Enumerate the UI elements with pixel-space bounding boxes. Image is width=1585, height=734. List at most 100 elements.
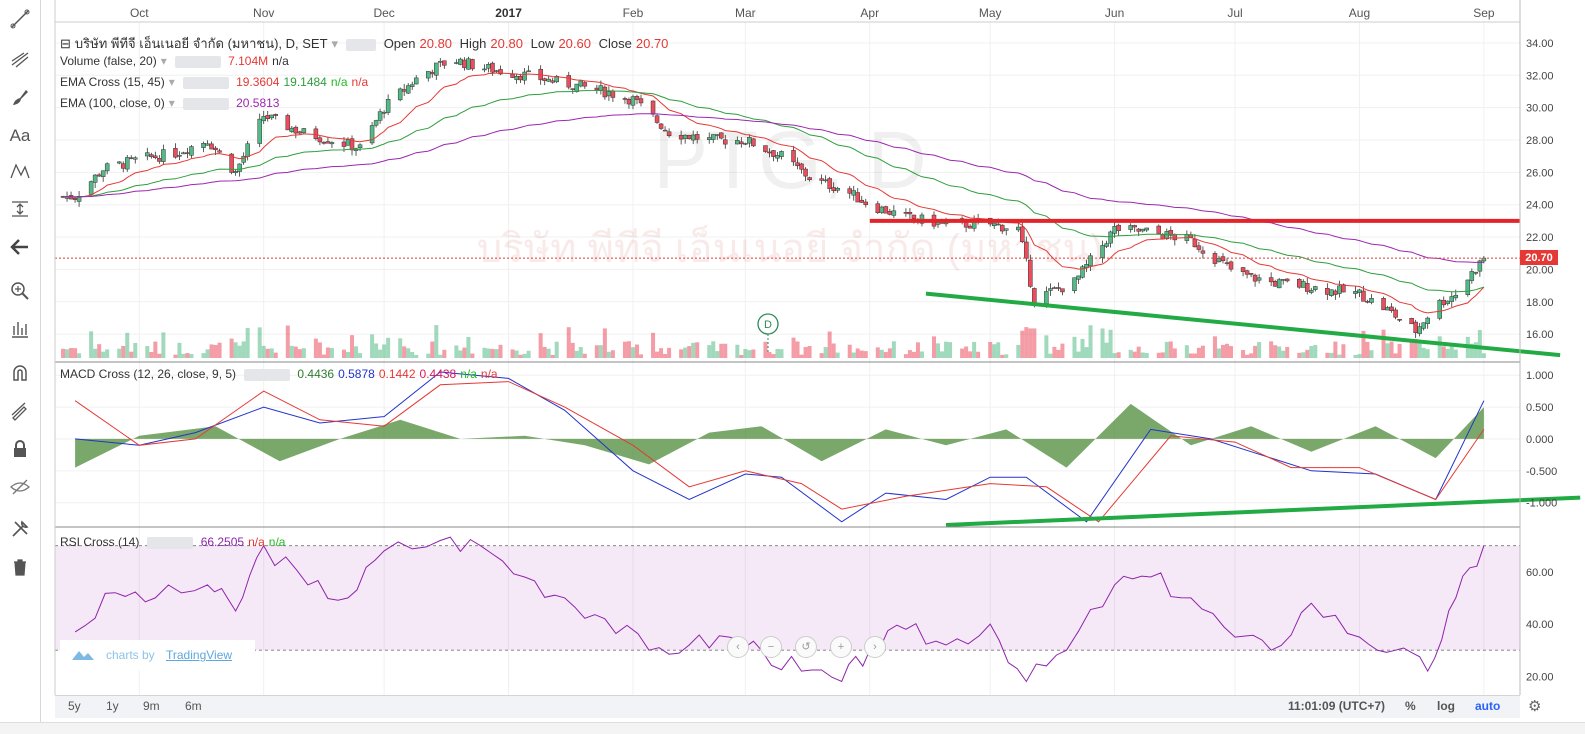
candle-body[interactable] [201,143,206,148]
candle-body[interactable] [855,192,860,203]
candle-body[interactable] [859,199,865,203]
candle-body[interactable] [490,62,495,73]
candle-body[interactable] [1469,271,1475,281]
candle-body[interactable] [72,198,78,200]
candle-body[interactable] [542,78,547,81]
candle-body[interactable] [1393,309,1398,318]
candle-body[interactable] [907,211,913,215]
candle-body[interactable] [129,157,134,159]
candle-body[interactable] [706,137,712,140]
candle-body[interactable] [401,89,407,92]
candle-body[interactable] [153,155,158,158]
range-5y[interactable]: 5y [68,699,81,713]
candle-body[interactable] [1413,321,1418,334]
candle-body[interactable] [1244,270,1250,275]
candle-body[interactable] [807,177,812,181]
candle-body[interactable] [301,128,307,134]
candle-body[interactable] [863,201,869,206]
ema100-buttons[interactable] [182,97,229,110]
candle-body[interactable] [1305,283,1310,292]
candle-body[interactable] [377,111,383,121]
candle-body[interactable] [1132,225,1137,228]
candle-body[interactable] [321,142,327,144]
candle-body[interactable] [482,68,487,71]
settings-gear-icon[interactable]: ⚙ [1528,697,1546,715]
candle-body[interactable] [1425,317,1430,324]
candle-body[interactable] [1465,279,1471,295]
candle-body[interactable] [610,90,616,98]
candle-body[interactable] [149,154,154,157]
candle-body[interactable] [991,222,997,226]
candle-body[interactable] [189,146,194,156]
candle-body[interactable] [438,60,443,63]
candle-body[interactable] [967,225,973,229]
candle-body[interactable] [1112,226,1117,234]
candle-body[interactable] [662,129,668,132]
candle-body[interactable] [803,168,808,177]
candle-body[interactable] [911,214,917,219]
candle-body[interactable] [827,178,832,189]
candle-body[interactable] [1224,262,1230,264]
candle-body[interactable] [100,170,106,177]
macd-legend[interactable]: MACD Cross (12, 26, close, 9, 5) 0.4436 0… [60,367,502,381]
candle-body[interactable] [1044,291,1049,304]
log-toggle[interactable]: log [1437,699,1455,713]
candle-body[interactable] [357,144,363,149]
candle-body[interactable] [1252,274,1258,282]
range-1y[interactable]: 1y [106,699,119,713]
candle-body[interactable] [1272,281,1278,287]
candle-body[interactable] [397,88,403,101]
candle-body[interactable] [1248,273,1254,275]
candle-body[interactable] [1333,290,1338,295]
candle-body[interactable] [297,131,303,134]
candle-body[interactable] [1256,277,1262,281]
candle-body[interactable] [823,179,828,182]
candle-body[interactable] [1192,238,1198,248]
candle-body[interactable] [1329,289,1334,296]
candle-body[interactable] [486,64,491,69]
candle-body[interactable] [767,151,772,154]
candle-body[interactable] [92,174,98,183]
candle-body[interactable] [1060,288,1065,293]
candle-body[interactable] [217,150,222,153]
candle-body[interactable] [751,138,756,147]
candle-body[interactable] [1441,299,1446,306]
candle-body[interactable] [1389,306,1394,311]
candle-body[interactable] [1220,256,1226,261]
candle-body[interactable] [173,148,178,158]
candle-body[interactable] [638,98,644,104]
candle-body[interactable] [233,170,238,173]
candle-body[interactable] [1024,241,1029,259]
candle-body[interactable] [96,174,102,177]
candle-body[interactable] [522,71,527,81]
candle-body[interactable] [458,58,463,65]
candle-body[interactable] [1337,285,1342,294]
candle-body[interactable] [903,212,909,214]
candle-body[interactable] [763,145,768,152]
candle-body[interactable] [602,86,608,98]
candle-body[interactable] [1032,288,1037,304]
candle-body[interactable] [779,151,784,157]
candle-body[interactable] [293,126,299,134]
candle-body[interactable] [409,84,415,87]
candle-body[interactable] [1409,318,1414,325]
scroll-left-button[interactable]: ‹ [727,636,749,658]
candle-body[interactable] [405,85,411,94]
candle-body[interactable] [373,120,379,126]
candle-body[interactable] [686,134,692,140]
candle-body[interactable] [1369,298,1374,303]
candle-body[interactable] [177,154,182,157]
candle-body[interactable] [1437,299,1442,319]
candle-body[interactable] [690,134,696,141]
candle-body[interactable] [289,127,295,133]
legend-buttons[interactable] [346,38,377,51]
candle-body[interactable] [747,137,752,144]
candle-body[interactable] [1016,226,1021,231]
candle-body[interactable] [626,99,632,105]
candle-body[interactable] [1216,258,1222,263]
candle-body[interactable] [743,143,748,145]
macd-buttons[interactable] [244,368,291,381]
candle-body[interactable] [1048,288,1053,291]
candle-body[interactable] [1381,298,1386,311]
candle-body[interactable] [269,114,274,119]
